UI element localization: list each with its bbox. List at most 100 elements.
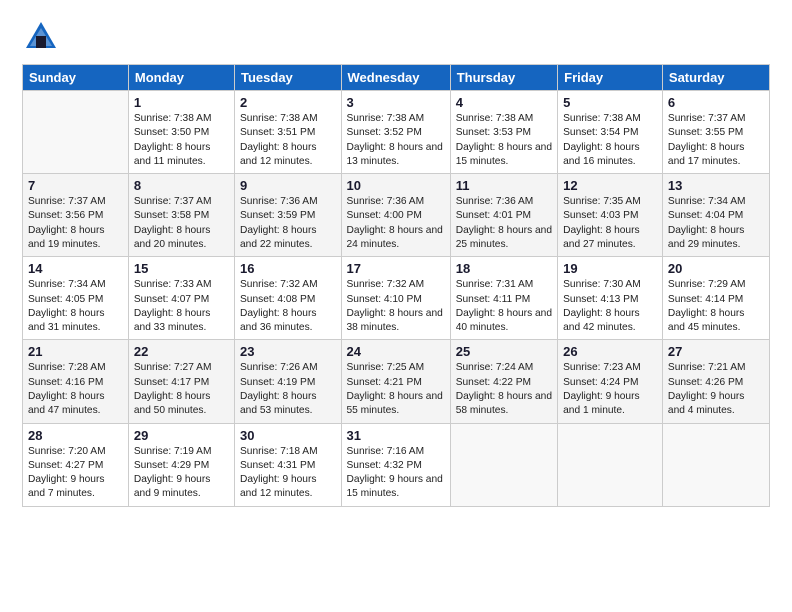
day-detail: Sunrise: 7:32 AMSunset: 4:10 PMDaylight:… xyxy=(347,278,445,335)
day-detail: Sunrise: 7:31 AMSunset: 4:11 PMDaylight:… xyxy=(456,278,552,335)
week-row-3: 14 Sunrise: 7:34 AMSunset: 4:05 PMDayligh… xyxy=(23,257,770,340)
calendar-cell: 22Sunrise: 7:27 AMSunset: 4:17 PMDayligh… xyxy=(128,340,234,423)
day-number: 29 xyxy=(134,428,229,443)
day-detail: Sunrise: 7:38 AMSunset: 3:54 PMDaylight:… xyxy=(563,112,657,169)
week-row-4: 21 Sunrise: 7:28 AMSunset: 4:16 PMDayligh… xyxy=(23,340,770,423)
calendar-cell: 1Sunrise: 7:38 AMSunset: 3:50 PMDaylight… xyxy=(128,91,234,174)
weekday-header-friday: Friday xyxy=(558,65,663,91)
day-detail: Sunrise: 7:36 AMSunset: 4:00 PMDaylight:… xyxy=(347,195,445,252)
day-detail: Sunrise: 7:19 AMSunset: 4:29 PMDaylight:… xyxy=(134,445,229,502)
day-number: 6 xyxy=(668,95,764,110)
calendar-cell xyxy=(23,91,129,174)
day-number: 28 xyxy=(28,428,123,443)
day-detail: Sunrise: 7:38 AMSunset: 3:53 PMDaylight:… xyxy=(456,112,552,169)
calendar-table: SundayMondayTuesdayWednesdayThursdayFrid… xyxy=(22,64,770,507)
calendar-cell: 10Sunrise: 7:36 AMSunset: 4:00 PMDayligh… xyxy=(341,174,450,257)
calendar-cell: 8 Sunrise: 7:37 AMSunset: 3:58 PMDaylight… xyxy=(128,174,234,257)
day-number: 21 xyxy=(28,344,123,359)
day-detail: Sunrise: 7:36 AMSunset: 3:59 PMDaylight:… xyxy=(240,195,336,252)
day-number: 26 xyxy=(563,344,657,359)
day-detail: Sunrise: 7:38 AMSunset: 3:51 PMDaylight:… xyxy=(240,112,336,169)
day-number: 20 xyxy=(668,261,764,276)
calendar-cell: 15 Sunrise: 7:33 AMSunset: 4:07 PMDayligh… xyxy=(128,257,234,340)
day-detail: Sunrise: 7:37 AMSunset: 3:56 PMDaylight:… xyxy=(28,195,123,252)
day-detail: Sunrise: 7:16 AMSunset: 4:32 PMDaylight:… xyxy=(347,445,445,502)
calendar-cell: 26Sunrise: 7:23 AMSunset: 4:24 PMDayligh… xyxy=(558,340,663,423)
calendar-cell: 24 Sunrise: 7:25 AMSunset: 4:21 PMDayligh… xyxy=(341,340,450,423)
weekday-header-sunday: Sunday xyxy=(23,65,129,91)
day-number: 19 xyxy=(563,261,657,276)
logo xyxy=(22,18,64,56)
calendar-cell: 29 Sunrise: 7:19 AMSunset: 4:29 PMDayligh… xyxy=(128,423,234,506)
calendar-cell: 3 Sunrise: 7:38 AMSunset: 3:52 PMDaylight… xyxy=(341,91,450,174)
weekday-header-thursday: Thursday xyxy=(450,65,557,91)
weekday-header-row: SundayMondayTuesdayWednesdayThursdayFrid… xyxy=(23,65,770,91)
calendar-cell: 27 Sunrise: 7:21 AMSunset: 4:26 PMDayligh… xyxy=(662,340,769,423)
calendar-cell xyxy=(450,423,557,506)
calendar-cell: 18 Sunrise: 7:31 AMSunset: 4:11 PMDayligh… xyxy=(450,257,557,340)
day-number: 23 xyxy=(240,344,336,359)
calendar-cell: 28 Sunrise: 7:20 AMSunset: 4:27 PMDayligh… xyxy=(23,423,129,506)
day-detail: Sunrise: 7:25 AMSunset: 4:21 PMDaylight:… xyxy=(347,361,445,418)
day-detail: Sunrise: 7:24 AMSunset: 4:22 PMDaylight:… xyxy=(456,361,552,418)
calendar-cell: 20Sunrise: 7:29 AMSunset: 4:14 PMDayligh… xyxy=(662,257,769,340)
day-number: 27 xyxy=(668,344,764,359)
day-detail: Sunrise: 7:28 AMSunset: 4:16 PMDaylight:… xyxy=(28,361,123,418)
day-detail: Sunrise: 7:27 AMSunset: 4:17 PMDaylight:… xyxy=(134,361,229,418)
day-number: 31 xyxy=(347,428,445,443)
calendar-cell: 19 Sunrise: 7:30 AMSunset: 4:13 PMDayligh… xyxy=(558,257,663,340)
header xyxy=(22,18,770,56)
day-detail: Sunrise: 7:34 AMSunset: 4:04 PMDaylight:… xyxy=(668,195,764,252)
day-detail: Sunrise: 7:38 AMSunset: 3:50 PMDaylight:… xyxy=(134,112,229,169)
day-detail: Sunrise: 7:35 AMSunset: 4:03 PMDaylight:… xyxy=(563,195,657,252)
day-detail: Sunrise: 7:21 AMSunset: 4:26 PMDaylight:… xyxy=(668,361,764,418)
calendar-cell: 17 Sunrise: 7:32 AMSunset: 4:10 PMDayligh… xyxy=(341,257,450,340)
day-number: 13 xyxy=(668,178,764,193)
calendar-cell: 12 Sunrise: 7:35 AMSunset: 4:03 PMDayligh… xyxy=(558,174,663,257)
calendar-cell: 31 Sunrise: 7:16 AMSunset: 4:32 PMDayligh… xyxy=(341,423,450,506)
day-detail: Sunrise: 7:38 AMSunset: 3:52 PMDaylight:… xyxy=(347,112,445,169)
week-row-5: 28 Sunrise: 7:20 AMSunset: 4:27 PMDayligh… xyxy=(23,423,770,506)
day-detail: Sunrise: 7:37 AMSunset: 3:55 PMDaylight:… xyxy=(668,112,764,169)
day-number: 16 xyxy=(240,261,336,276)
week-row-2: 7 Sunrise: 7:37 AMSunset: 3:56 PMDaylight… xyxy=(23,174,770,257)
day-detail: Sunrise: 7:33 AMSunset: 4:07 PMDaylight:… xyxy=(134,278,229,335)
day-number: 9 xyxy=(240,178,336,193)
day-detail: Sunrise: 7:36 AMSunset: 4:01 PMDaylight:… xyxy=(456,195,552,252)
weekday-header-saturday: Saturday xyxy=(662,65,769,91)
calendar-cell: 30Sunrise: 7:18 AMSunset: 4:31 PMDayligh… xyxy=(235,423,342,506)
page: SundayMondayTuesdayWednesdayThursdayFrid… xyxy=(0,0,792,612)
logo-icon xyxy=(22,18,60,56)
weekday-header-monday: Monday xyxy=(128,65,234,91)
calendar-cell: 2 Sunrise: 7:38 AMSunset: 3:51 PMDaylight… xyxy=(235,91,342,174)
day-detail: Sunrise: 7:37 AMSunset: 3:58 PMDaylight:… xyxy=(134,195,229,252)
day-number: 17 xyxy=(347,261,445,276)
day-number: 5 xyxy=(563,95,657,110)
calendar-cell xyxy=(662,423,769,506)
day-number: 8 xyxy=(134,178,229,193)
day-number: 24 xyxy=(347,344,445,359)
day-number: 18 xyxy=(456,261,552,276)
day-number: 2 xyxy=(240,95,336,110)
day-detail: Sunrise: 7:26 AMSunset: 4:19 PMDaylight:… xyxy=(240,361,336,418)
calendar-cell: 9 Sunrise: 7:36 AMSunset: 3:59 PMDaylight… xyxy=(235,174,342,257)
day-number: 15 xyxy=(134,261,229,276)
day-detail: Sunrise: 7:34 AMSunset: 4:05 PMDaylight:… xyxy=(28,278,123,335)
calendar-cell: 21 Sunrise: 7:28 AMSunset: 4:16 PMDayligh… xyxy=(23,340,129,423)
calendar-cell: 14 Sunrise: 7:34 AMSunset: 4:05 PMDayligh… xyxy=(23,257,129,340)
day-detail: Sunrise: 7:18 AMSunset: 4:31 PMDaylight:… xyxy=(240,445,336,502)
week-row-1: 1Sunrise: 7:38 AMSunset: 3:50 PMDaylight… xyxy=(23,91,770,174)
calendar-cell: 11Sunrise: 7:36 AMSunset: 4:01 PMDayligh… xyxy=(450,174,557,257)
calendar-cell: 5 Sunrise: 7:38 AMSunset: 3:54 PMDaylight… xyxy=(558,91,663,174)
day-number: 25 xyxy=(456,344,552,359)
day-number: 4 xyxy=(456,95,552,110)
day-number: 3 xyxy=(347,95,445,110)
day-number: 14 xyxy=(28,261,123,276)
calendar-cell: 7 Sunrise: 7:37 AMSunset: 3:56 PMDaylight… xyxy=(23,174,129,257)
calendar-cell: 4 Sunrise: 7:38 AMSunset: 3:53 PMDaylight… xyxy=(450,91,557,174)
day-number: 12 xyxy=(563,178,657,193)
day-detail: Sunrise: 7:30 AMSunset: 4:13 PMDaylight:… xyxy=(563,278,657,335)
calendar-cell: 23 Sunrise: 7:26 AMSunset: 4:19 PMDayligh… xyxy=(235,340,342,423)
day-number: 7 xyxy=(28,178,123,193)
day-detail: Sunrise: 7:20 AMSunset: 4:27 PMDaylight:… xyxy=(28,445,123,502)
